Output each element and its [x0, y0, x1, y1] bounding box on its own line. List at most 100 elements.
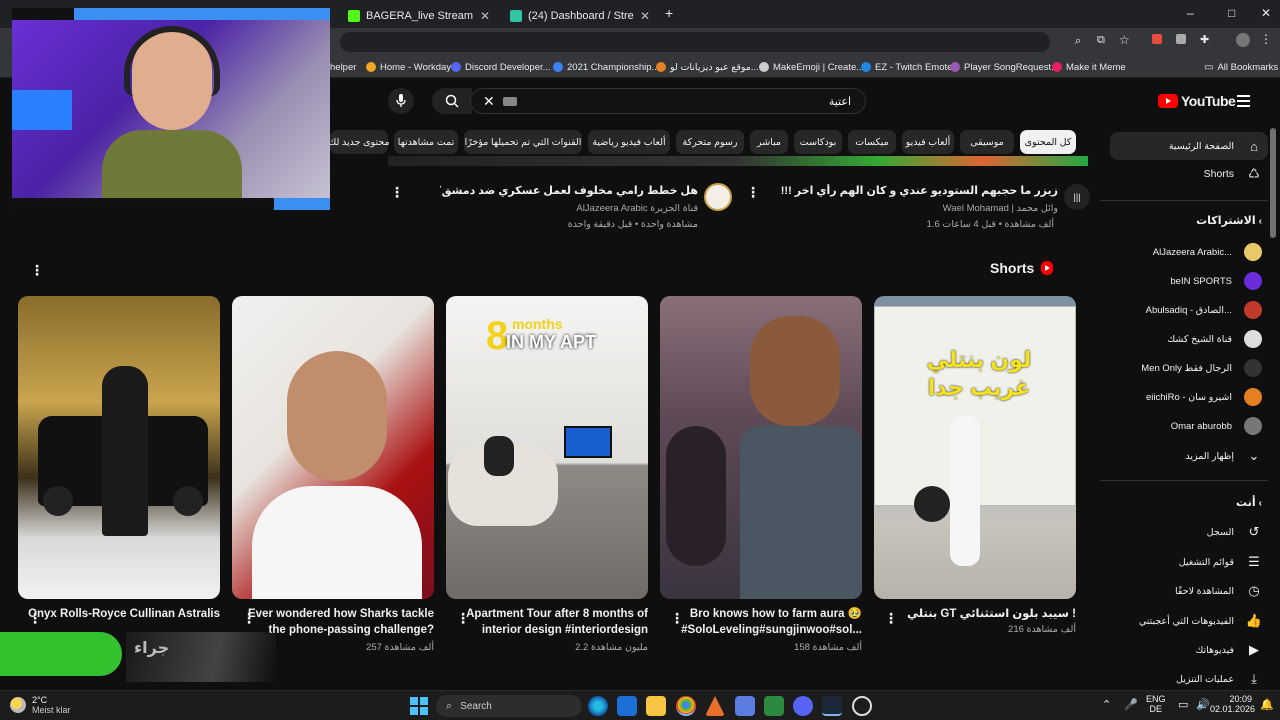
url-field[interactable] [340, 32, 1050, 52]
chip-animation[interactable]: رسوم متحركة [676, 130, 744, 154]
sidebar-item-watch-later[interactable]: المشاهدة لاحقًا ◷ [1110, 577, 1268, 605]
chip-music[interactable]: موسيقى [960, 130, 1014, 154]
extension-icon[interactable] [1152, 34, 1162, 44]
channel-avatar[interactable] [704, 183, 732, 211]
bookmark-makeitmeme[interactable]: Make it Meme [1052, 59, 1126, 75]
video-title[interactable]: هل خطط رامي مخلوف لعمل عسكري ضد دمشق؟ [440, 184, 698, 197]
minimize-button[interactable]: ‒ [1187, 6, 1194, 20]
close-window-button[interactable]: ✕ [1261, 6, 1271, 20]
bookmark-discord[interactable]: Discord Developer... [451, 59, 551, 75]
profile-avatar[interactable] [1236, 33, 1250, 47]
weather-widget[interactable]: 2°C Meist klar [10, 695, 71, 715]
sidebar-item-your-videos[interactable]: فيديوهاتك ▶ [1110, 636, 1268, 664]
sidebar-item-subscription[interactable]: Omar aburobb [1110, 412, 1268, 440]
steam-icon[interactable] [822, 696, 842, 716]
maximize-button[interactable]: □ [1228, 6, 1235, 20]
extension-icon[interactable] [1176, 34, 1186, 44]
language-indicator[interactable]: ENG DE [1146, 694, 1166, 714]
chip-watched[interactable]: تمت مشاهدتها [394, 130, 458, 154]
chip-podcasts[interactable]: بودكاست [794, 130, 842, 154]
chip-new-for-you[interactable]: محتوى جديد لك [328, 130, 390, 154]
sidebar-item-history[interactable]: السجل ↺ [1110, 518, 1268, 546]
short-title[interactable]: Apartment Tour after 8 months of interio… [446, 606, 648, 640]
bookmark-championship[interactable]: 2021 Championship... [553, 59, 659, 75]
chip-all[interactable]: كل المحتوى [1020, 130, 1076, 154]
subscriptions-header[interactable]: الاشتراكات ‹ [1110, 214, 1268, 227]
video-menu-icon[interactable]: ⋮ [390, 184, 404, 201]
sidebar-item-liked[interactable]: الفيديوهات التي أعجبتني 👍 [1110, 607, 1268, 635]
app-icon[interactable] [735, 696, 755, 716]
short-thumbnail[interactable]: لون بنتلي غريب جدا [874, 296, 1076, 599]
microphone-tray-icon[interactable]: 🎤 [1124, 698, 1138, 711]
short-menu-icon[interactable]: ⋮ [884, 610, 898, 627]
discord-icon[interactable] [793, 696, 813, 716]
sidebar-item-home[interactable]: الصفحة الرئيسية ⌂ [1110, 132, 1268, 160]
short-thumbnail[interactable] [232, 296, 434, 599]
new-tab-button[interactable]: + [665, 5, 673, 21]
clear-search-icon[interactable]: ✕ [483, 93, 495, 110]
extensions-puzzle-icon[interactable]: ✚ [1200, 33, 1209, 46]
video-channel[interactable]: Wael Mohamad | وائل محمد [780, 203, 1058, 214]
sidebar-item-subscription[interactable]: قناة الشيخ كشك [1110, 325, 1268, 353]
chip-sports-games[interactable]: ألعاب فيديو رياضية [588, 130, 670, 154]
shorts-menu-icon[interactable]: ⋮ [30, 262, 44, 279]
sidebar-item-subscription[interactable]: Men Only الرجال فقط [1110, 354, 1268, 382]
keyboard-icon[interactable] [503, 97, 517, 106]
short-title[interactable]: Bro knows how to farm aura 🥹 #SoloLeveli… [660, 606, 862, 640]
bookmark-helper[interactable]: helper [330, 59, 356, 75]
zoom-icon[interactable]: ⌕ [1075, 35, 1081, 48]
channel-avatar[interactable]: ||| [1064, 184, 1090, 210]
chip-recently-uploaded[interactable]: القنوات التي تم تحميلها مؤخرًا [464, 130, 582, 154]
edge-icon[interactable] [588, 696, 608, 716]
sidebar-item-subscription[interactable]: beIN SPORTS [1110, 267, 1268, 295]
short-menu-icon[interactable]: ⋮ [28, 610, 42, 627]
short-thumbnail[interactable] [18, 296, 220, 599]
youtube-logo[interactable]: YouTube [1158, 93, 1236, 109]
excel-icon[interactable] [764, 696, 784, 716]
sidebar-item-subscription[interactable]: AlJazeera Arabic... [1110, 238, 1268, 266]
hamburger-menu-icon[interactable] [1237, 95, 1250, 107]
vlc-icon[interactable] [705, 696, 725, 716]
bookmark-star-icon[interactable]: ☆ [1119, 33, 1130, 47]
bookmark-arabic-site[interactable]: موقع عبو ديزيانات لو... [656, 59, 759, 75]
sidebar-item-shorts[interactable]: Shorts ♺ [1110, 160, 1268, 188]
volume-icon[interactable]: 🔊 [1196, 698, 1210, 711]
short-thumbnail[interactable] [660, 296, 862, 599]
chrome-icon[interactable] [676, 696, 696, 716]
video-title[interactable]: زيزر ما حجبهم الستوديو عندي و كان الهم ر… [780, 184, 1058, 197]
short-thumbnail[interactable]: 8 months IN MY APT [446, 296, 648, 599]
bookmark-ez-emote[interactable]: EZ - Twitch Emote [861, 59, 952, 75]
tray-chevron-icon[interactable]: ⌃ [1102, 698, 1111, 711]
video-channel[interactable]: AlJazeera Arabic قناة الجزيرة [440, 203, 698, 214]
you-header[interactable]: أنت ‹ [1110, 496, 1268, 509]
short-menu-icon[interactable]: ⋮ [242, 610, 256, 627]
sidebar-item-subscription[interactable]: Abulsadiq - الصادق... [1110, 296, 1268, 324]
all-bookmarks[interactable]: ▭ All Bookmarks [1204, 59, 1278, 75]
bookmark-songrequest[interactable]: Player SongRequest... [950, 59, 1059, 75]
chip-games[interactable]: ألعاب فيديو [902, 130, 954, 154]
scrollbar[interactable] [1270, 128, 1276, 238]
sidebar-item-playlists[interactable]: قوائم التشغيل ☰ [1110, 548, 1268, 576]
sidebar-item-subscription[interactable]: eiichiRo - اشيرو سان [1110, 383, 1268, 411]
tab-streamlabs[interactable]: (24) Dashboard / Streamlabs ✕ [502, 4, 658, 28]
bookmark-makeemoji[interactable]: MakeEmoji | Create... [759, 59, 864, 75]
menu-kebab-icon[interactable]: ⋮ [1260, 32, 1272, 46]
taskbar-search[interactable]: ⌕ Search [436, 695, 582, 717]
outlook-icon[interactable] [617, 696, 637, 716]
voice-search-button[interactable] [388, 88, 414, 114]
short-menu-icon[interactable]: ⋮ [670, 610, 684, 627]
video-menu-icon[interactable]: ⋮ [746, 184, 760, 201]
close-icon[interactable]: ✕ [640, 9, 650, 23]
chip-live[interactable]: مباشر [750, 130, 788, 154]
tab-kick-stream[interactable]: BAGERA_live Stream - Watch Li ✕ [340, 4, 498, 28]
network-icon[interactable]: ▭ [1178, 698, 1188, 711]
notification-bell-icon[interactable]: 🔔 [1260, 698, 1274, 711]
close-icon[interactable]: ✕ [480, 9, 490, 23]
install-icon[interactable]: ⧉ [1097, 34, 1105, 47]
chip-mixes[interactable]: ميكسات [848, 130, 896, 154]
obs-icon[interactable] [852, 696, 872, 716]
sidebar-item-downloads[interactable]: عمليات التنزيل ⤓ [1110, 665, 1268, 693]
show-more-button[interactable]: إظهار المزيد ⌄ [1110, 442, 1268, 470]
clock[interactable]: 20:09 02.01.2026 [1210, 694, 1255, 714]
bookmark-workday[interactable]: Home - Workday [366, 59, 451, 75]
